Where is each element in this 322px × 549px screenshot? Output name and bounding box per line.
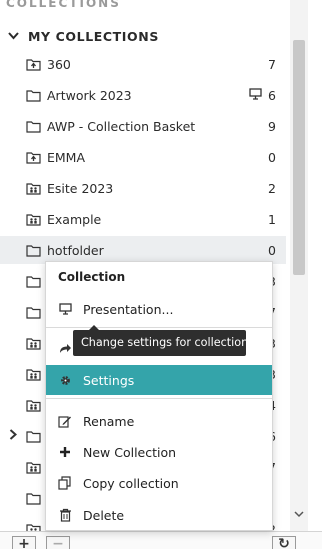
menu-item-label: Presentation... bbox=[83, 301, 174, 317]
item-count: 0 bbox=[268, 149, 276, 165]
menu-item-label: Delete bbox=[83, 507, 125, 523]
chevron-down-icon bbox=[8, 29, 22, 43]
collection-row[interactable]: Artwork 2023 6 bbox=[0, 81, 286, 109]
my-collections-toggle[interactable]: MY COLLECTIONS bbox=[8, 27, 159, 45]
refresh-button[interactable]: ↻ bbox=[272, 536, 296, 549]
group-folder-icon bbox=[25, 211, 41, 227]
plus-icon bbox=[58, 445, 72, 459]
menu-item-label: New Collection bbox=[83, 444, 177, 460]
menu-item-copy-collection[interactable]: Copy collection bbox=[46, 468, 272, 498]
folder-icon bbox=[25, 304, 41, 320]
menu-item-rename[interactable]: Rename bbox=[46, 406, 272, 436]
menu-item-label: Settings bbox=[83, 372, 135, 388]
presentation-icon bbox=[249, 88, 262, 103]
copy-icon bbox=[58, 476, 72, 490]
item-count: 7 bbox=[268, 56, 276, 72]
context-menu-title: Collection bbox=[58, 270, 126, 284]
collection-label: Artwork 2023 bbox=[47, 87, 132, 103]
scrollbar-thumb[interactable] bbox=[293, 40, 305, 275]
folder-icon bbox=[25, 273, 41, 289]
menu-item-label: Rename bbox=[83, 413, 135, 429]
trash-icon bbox=[58, 508, 72, 522]
menu-separator bbox=[46, 398, 272, 399]
settings-tooltip: Change settings for collection. bbox=[73, 325, 252, 356]
item-count: 6 bbox=[268, 87, 276, 103]
collection-row[interactable]: Esite 2023 2 bbox=[0, 174, 286, 202]
item-count: 0 bbox=[268, 242, 276, 258]
folder-icon bbox=[25, 490, 41, 506]
item-count: 2 bbox=[268, 180, 276, 196]
menu-item-label: Copy collection bbox=[83, 475, 179, 491]
folder-icon bbox=[25, 118, 41, 134]
group-folder-icon bbox=[25, 180, 41, 196]
menu-item-new-collection[interactable]: New Collection bbox=[46, 437, 272, 467]
share-icon bbox=[58, 341, 72, 355]
collection-label: hotfolder bbox=[47, 242, 104, 258]
context-menu: Collection Presentation... Settings Rename… bbox=[45, 261, 273, 531]
group-folder-icon bbox=[25, 459, 41, 475]
group-folder-icon bbox=[25, 335, 41, 351]
menu-separator bbox=[46, 327, 272, 328]
group-folder-icon bbox=[25, 366, 41, 382]
collection-label: 360 bbox=[47, 56, 71, 72]
item-count: 1 bbox=[268, 211, 276, 227]
collection-row[interactable]: Example 1 bbox=[0, 205, 286, 233]
scrollbar[interactable] bbox=[290, 0, 308, 531]
add-collection-button[interactable]: + bbox=[12, 536, 36, 549]
menu-item-settings[interactable]: Settings bbox=[46, 365, 272, 395]
collection-label: AWP - Collection Basket bbox=[47, 118, 196, 134]
folder-icon bbox=[25, 242, 41, 258]
menu-item-delete[interactable]: Delete bbox=[46, 500, 272, 530]
edit-icon bbox=[58, 414, 72, 428]
menu-item-presentation[interactable]: Presentation... bbox=[46, 294, 272, 324]
collection-row[interactable]: EMMA 0 bbox=[0, 143, 286, 171]
folder-icon bbox=[25, 87, 41, 103]
bottom-toolbar: + − ↻ bbox=[0, 531, 322, 549]
item-count: 9 bbox=[268, 118, 276, 134]
group-folder-icon bbox=[25, 397, 41, 413]
collection-row[interactable]: AWP - Collection Basket 9 bbox=[0, 112, 286, 140]
remove-collection-button[interactable]: − bbox=[46, 536, 70, 549]
section-label: MY COLLECTIONS bbox=[28, 28, 159, 44]
shared-folder-icon bbox=[25, 56, 41, 72]
collection-row[interactable]: hotfolder 0 bbox=[0, 236, 286, 264]
collection-label: EMMA bbox=[47, 149, 86, 165]
collection-label: Esite 2023 bbox=[47, 180, 114, 196]
collection-label: Example bbox=[47, 211, 102, 227]
presentation-icon bbox=[58, 302, 72, 316]
chevron-right-icon[interactable] bbox=[9, 429, 21, 443]
scroll-down-icon[interactable] bbox=[294, 508, 304, 521]
folder-icon bbox=[25, 428, 41, 444]
collection-row[interactable]: 360 7 bbox=[0, 50, 286, 78]
shared-folder-icon bbox=[25, 149, 41, 165]
panel-header: COLLECTIONS bbox=[6, 0, 121, 10]
gear-icon bbox=[58, 373, 72, 387]
